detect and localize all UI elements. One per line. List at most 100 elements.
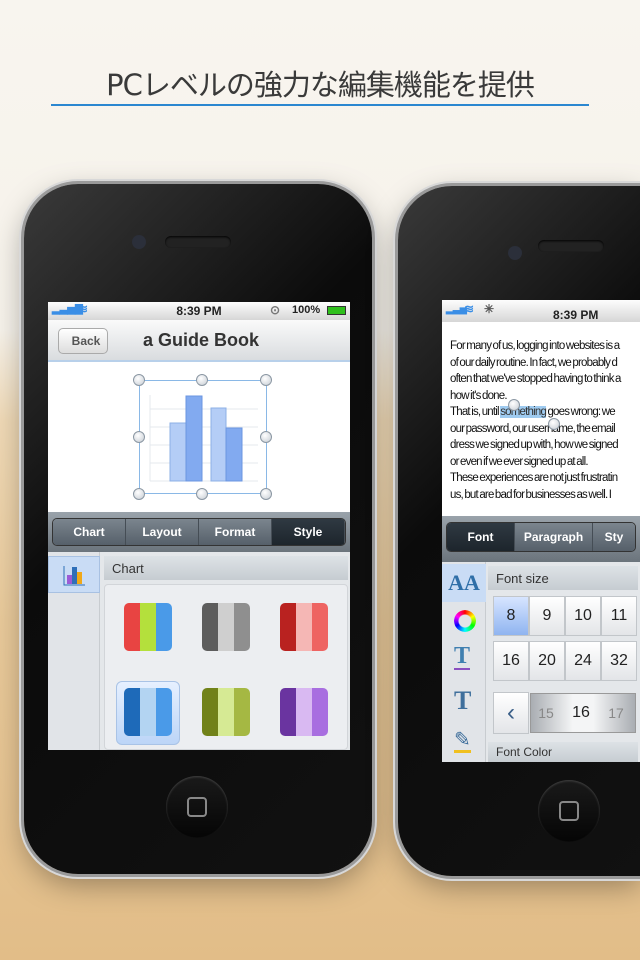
swatch-color-band bbox=[218, 688, 234, 736]
font-color-header: Font Color bbox=[488, 742, 638, 762]
resize-handle[interactable] bbox=[260, 374, 272, 386]
color-scheme-swatch[interactable] bbox=[280, 688, 328, 736]
chart-preview-icon bbox=[149, 395, 258, 482]
resize-handle[interactable] bbox=[133, 431, 145, 443]
camera bbox=[508, 246, 522, 260]
document-text[interactable]: For many of us, logging into websites is… bbox=[450, 338, 638, 503]
picker-next-value: 17 bbox=[608, 705, 624, 721]
resize-handle[interactable] bbox=[260, 431, 272, 443]
wifi-icon: ≋ bbox=[464, 302, 475, 316]
tab-toolbar: Chart Layout Format Style bbox=[48, 512, 350, 552]
color-scheme-swatch[interactable] bbox=[124, 603, 172, 651]
font-size-icon[interactable]: AA bbox=[442, 564, 486, 602]
underline-icon[interactable]: T bbox=[454, 644, 471, 670]
text-line: often that we've stopped having to think… bbox=[450, 373, 621, 385]
camera bbox=[132, 235, 146, 249]
tab-style[interactable]: Sty bbox=[593, 523, 635, 551]
swatch-color-band bbox=[296, 688, 312, 736]
left-screen: ▂▃▅▇ ≋ 8:39 PM ⊙ 100% Back a Guide Book bbox=[48, 302, 350, 750]
font-size-header: Font size bbox=[488, 566, 638, 590]
font-size-10[interactable]: 10 bbox=[565, 596, 601, 636]
picker-prev-button[interactable]: ‹ bbox=[493, 692, 529, 734]
bar-chart-icon bbox=[63, 565, 85, 585]
segmented-tabs: Font Paragraph Sty bbox=[446, 522, 636, 552]
tab-font[interactable]: Font bbox=[447, 523, 515, 551]
pen-icon[interactable]: ✎ bbox=[454, 730, 471, 753]
resize-handle[interactable] bbox=[196, 488, 208, 500]
color-scheme-swatch[interactable] bbox=[202, 603, 250, 651]
color-scheme-swatch[interactable] bbox=[124, 688, 172, 736]
headline: PCレベルの強力な編集機能を提供 bbox=[106, 68, 535, 102]
font-size-32[interactable]: 32 bbox=[601, 641, 637, 681]
selected-text[interactable]: something bbox=[500, 406, 547, 418]
left-phone: ▂▃▅▇ ≋ 8:39 PM ⊙ 100% Back a Guide Book bbox=[24, 184, 372, 874]
color-scheme-swatch[interactable] bbox=[202, 688, 250, 736]
resize-handle[interactable] bbox=[133, 374, 145, 386]
speaker bbox=[165, 236, 231, 248]
picker-prev-value: 15 bbox=[538, 705, 554, 721]
rotation-lock-icon: ⊙ bbox=[270, 303, 281, 317]
font-size-picker[interactable]: 15 16 17 bbox=[530, 693, 636, 733]
chart-object[interactable] bbox=[139, 380, 267, 494]
tab-paragraph[interactable]: Paragraph bbox=[515, 523, 593, 551]
swatch-color-band bbox=[124, 603, 140, 651]
selection-start-handle[interactable] bbox=[508, 399, 520, 411]
picker-current-value: 16 bbox=[572, 704, 590, 721]
speaker bbox=[538, 240, 604, 252]
font-size-24[interactable]: 24 bbox=[565, 641, 601, 681]
text-style-icon[interactable]: T bbox=[454, 686, 471, 716]
right-screen: ▂▃▅ ≋ ✳ 8:39 PM For many of us, logging … bbox=[442, 300, 640, 762]
swatch-color-band bbox=[280, 603, 296, 651]
selection-end-handle[interactable] bbox=[548, 418, 560, 430]
status-bar: ▂▃▅ ≋ ✳ 8:39 PM bbox=[442, 300, 640, 322]
text-line: dress we signed up with, how we signed bbox=[450, 439, 619, 451]
swatch-color-band bbox=[234, 688, 250, 736]
font-size-20[interactable]: 20 bbox=[529, 641, 565, 681]
panel-sidebar bbox=[48, 552, 100, 750]
text-line: or even if we ever signed up at all. bbox=[450, 455, 589, 468]
text-line: us, but are bad for businesses as well. … bbox=[450, 488, 612, 501]
text-segment: goes wrong: we bbox=[546, 406, 615, 418]
resize-handle[interactable] bbox=[133, 488, 145, 500]
text-line: That is, until something goes wrong: we bbox=[450, 404, 638, 421]
home-button[interactable] bbox=[166, 776, 228, 838]
home-button[interactable] bbox=[538, 780, 600, 842]
text-line: For many of us, logging into websites is… bbox=[450, 340, 620, 352]
swatch-color-band bbox=[202, 688, 218, 736]
color-scheme-swatch[interactable] bbox=[280, 603, 328, 651]
resize-handle[interactable] bbox=[196, 374, 208, 386]
tab-style[interactable]: Style bbox=[272, 519, 345, 545]
panel-header: Chart bbox=[104, 556, 348, 580]
status-bar: ▂▃▅▇ ≋ 8:39 PM ⊙ 100% bbox=[48, 302, 350, 320]
color-wheel-icon[interactable] bbox=[454, 610, 476, 632]
font-size-11[interactable]: 11 bbox=[601, 596, 637, 636]
page-title: a Guide Book bbox=[142, 330, 259, 350]
text-line: our password, our username, the email bbox=[450, 422, 616, 435]
style-panel: Chart bbox=[48, 552, 350, 750]
swatch-color-band bbox=[312, 603, 328, 651]
battery-percent: 100% bbox=[292, 304, 321, 316]
panel-sidebar: AA T T ✎ bbox=[442, 562, 486, 762]
text-line: how it's done. bbox=[450, 389, 508, 402]
sidebar-item-chart[interactable] bbox=[48, 556, 100, 593]
swatch-color-band bbox=[156, 603, 172, 651]
swatch-color-band bbox=[296, 603, 312, 651]
battery-icon bbox=[327, 306, 346, 315]
tab-layout[interactable]: Layout bbox=[126, 519, 199, 545]
headline-underline bbox=[51, 104, 589, 106]
activity-spinner-icon: ✳ bbox=[484, 302, 495, 316]
font-size-16[interactable]: 16 bbox=[493, 641, 529, 681]
segmented-tabs: Chart Layout Format Style bbox=[52, 518, 346, 546]
font-size-9[interactable]: 9 bbox=[529, 596, 565, 636]
swatch-color-band bbox=[156, 688, 172, 736]
swatch-color-band bbox=[234, 603, 250, 651]
resize-handle[interactable] bbox=[260, 488, 272, 500]
status-time: 8:39 PM bbox=[553, 308, 599, 322]
tab-format[interactable]: Format bbox=[199, 519, 272, 545]
tab-toolbar: Font Paragraph Sty bbox=[442, 516, 640, 562]
swatch-color-band bbox=[312, 688, 328, 736]
tab-chart[interactable]: Chart bbox=[53, 519, 126, 545]
swatch-color-band bbox=[202, 603, 218, 651]
text-segment: That is, until bbox=[450, 406, 501, 418]
font-size-8[interactable]: 8 bbox=[493, 596, 529, 636]
